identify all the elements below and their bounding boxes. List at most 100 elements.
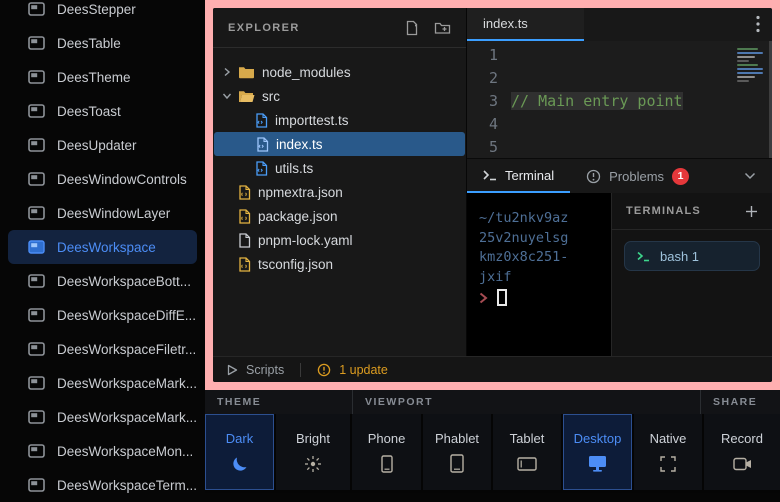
terminal-cursor	[497, 289, 507, 306]
section-theme: THEME	[205, 390, 352, 414]
button-label: Phone	[368, 431, 406, 446]
prompt-icon	[479, 292, 488, 304]
update-label: 1 update	[339, 363, 388, 377]
desktop-icon	[588, 455, 607, 472]
workspace-statusbar: Scripts 1 update	[213, 356, 772, 382]
sidebar-item-label: DeesWorkspaceFiletr...	[57, 342, 196, 357]
json-file-icon	[238, 257, 251, 272]
tree-item-utils-ts[interactable]: utils.ts	[213, 156, 466, 180]
viewport-phablet-button[interactable]: Phablet	[423, 414, 491, 490]
terminal-session-bash1[interactable]: bash 1	[624, 241, 760, 271]
sidebar-item-deestheme[interactable]: DeesTheme	[8, 60, 197, 94]
plus-icon[interactable]	[745, 205, 758, 218]
sidebar-item-label: DeesWorkspaceMon...	[57, 444, 193, 459]
code-editor[interactable]: 1 2 3 4 5 // Main entry point import { g…	[467, 41, 772, 158]
tree-item-package-json[interactable]: package.json	[213, 204, 466, 228]
sidebar-item-deesworkspacemark2[interactable]: DeesWorkspaceMark...	[8, 400, 197, 434]
tree-item-label: tsconfig.json	[258, 257, 333, 272]
share-record-button[interactable]: Record	[704, 414, 780, 490]
tree-item-node-modules[interactable]: node_modules	[213, 60, 466, 84]
sidebar-item-deesworkspacediffe[interactable]: DeesWorkspaceDiffE...	[8, 298, 197, 332]
component-icon	[28, 274, 45, 288]
viewport-tablet-button[interactable]: Tablet	[493, 414, 561, 490]
explorer-title: EXPLORER	[228, 22, 300, 34]
viewport-phone-button[interactable]: Phone	[352, 414, 421, 490]
sidebar-item-deeswindowlayer[interactable]: DeesWindowLayer	[8, 196, 197, 230]
sidebar-item-label: DeesWorkspaceBott...	[57, 274, 191, 289]
editor-scrollbar[interactable]	[769, 41, 772, 158]
terminal-output[interactable]: ~/tu2nkv9az 25v2nuyelsg kmz0x8c251- jxif	[467, 193, 611, 356]
sidebar-item-deesworkspacefiletr[interactable]: DeesWorkspaceFiletr...	[8, 332, 197, 366]
dees-workspace-demo: EXPLORER node_modules src	[213, 8, 772, 382]
terminals-panel: TERMINALS bash 1	[611, 193, 772, 356]
scripts-button[interactable]: Scripts	[227, 363, 284, 377]
tree-item-importtest-ts[interactable]: importtest.ts	[213, 108, 466, 132]
tab-label: Problems	[609, 169, 664, 184]
component-icon	[28, 342, 45, 356]
sidebar-item-label: DeesWorkspaceDiffE...	[57, 308, 196, 323]
component-icon	[28, 2, 45, 16]
sidebar-item-deesworkspacebott[interactable]: DeesWorkspaceBott...	[8, 264, 197, 298]
sidebar-item-label: DeesUpdater	[57, 138, 137, 153]
ts-file-icon	[256, 137, 269, 152]
update-button[interactable]: 1 update	[317, 363, 388, 377]
tree-item-label: npmextra.json	[258, 185, 343, 200]
sidebar-item-label: DeesWorkspaceMark...	[57, 410, 197, 425]
tree-item-label: importtest.ts	[275, 113, 349, 128]
tab-problems[interactable]: Problems 1	[570, 159, 705, 193]
tree-item-src[interactable]: src	[213, 84, 466, 108]
tree-item-label: pnpm-lock.yaml	[258, 233, 353, 248]
sidebar-item-deesworkspacemark1[interactable]: DeesWorkspaceMark...	[8, 366, 197, 400]
new-file-icon[interactable]	[404, 20, 420, 36]
sidebar-item-label: DeesWindowLayer	[57, 206, 170, 221]
tab-index-ts[interactable]: index.ts	[467, 8, 584, 41]
statusbar-divider	[300, 363, 301, 377]
component-icon	[28, 444, 45, 458]
tree-item-tsconfig-json[interactable]: tsconfig.json	[213, 252, 466, 276]
panel-collapse[interactable]	[728, 159, 772, 193]
minimap[interactable]	[737, 46, 767, 84]
component-icon	[28, 376, 45, 390]
viewport-desktop-button[interactable]: Desktop	[563, 414, 632, 490]
sidebar-item-label: DeesTable	[57, 36, 121, 51]
sidebar-item-label: DeesWorkspaceMark...	[57, 376, 197, 391]
sidebar-item-deesworkspace[interactable]: DeesWorkspace	[8, 230, 197, 264]
chevron-right-icon	[223, 67, 231, 77]
button-label: Record	[721, 431, 763, 446]
file-icon	[238, 233, 251, 248]
tab-label: index.ts	[483, 16, 528, 31]
component-icon	[28, 36, 45, 50]
sidebar-item-deesworkspaceterm[interactable]: DeesWorkspaceTerm...	[8, 468, 197, 502]
tree-item-npmextra-json[interactable]: npmextra.json	[213, 180, 466, 204]
json-file-icon	[238, 209, 251, 224]
theme-dark-button[interactable]: Dark	[205, 414, 274, 490]
tree-item-index-ts[interactable]: index.ts	[214, 132, 465, 156]
new-folder-icon[interactable]	[434, 20, 451, 36]
component-icon	[28, 138, 45, 152]
sidebar-item-deesupdater[interactable]: DeesUpdater	[8, 128, 197, 162]
demo-frame: EXPLORER node_modules src	[205, 0, 780, 390]
scripts-label: Scripts	[246, 363, 284, 377]
button-label: Desktop	[574, 431, 622, 446]
more-options-icon[interactable]	[756, 15, 760, 33]
sidebar-item-deeswindowcontrols[interactable]: DeesWindowControls	[8, 162, 197, 196]
tree-item-label: index.ts	[276, 137, 323, 152]
tree-item-pnpm-lock-yaml[interactable]: pnpm-lock.yaml	[213, 228, 466, 252]
tree-item-label: src	[262, 89, 280, 104]
sidebar-item-deestable[interactable]: DeesTable	[8, 26, 197, 60]
button-label: Native	[650, 431, 687, 446]
viewport-native-button[interactable]: Native	[634, 414, 702, 490]
terminal-prompt-icon	[637, 251, 650, 262]
sidebar-item-label: DeesWindowControls	[57, 172, 187, 187]
theme-bright-button[interactable]: Bright	[276, 414, 350, 490]
tab-label: Terminal	[505, 168, 554, 183]
sidebar-item-deesworkspacemon[interactable]: DeesWorkspaceMon...	[8, 434, 197, 468]
component-icon	[28, 70, 45, 84]
sidebar-item-deesstepper[interactable]: DeesStepper	[8, 0, 197, 26]
folder-open-icon	[238, 89, 255, 103]
tab-terminal[interactable]: Terminal	[467, 159, 570, 193]
button-label: Tablet	[510, 431, 545, 446]
native-icon	[660, 456, 676, 472]
sidebar-item-deestoast[interactable]: DeesToast	[8, 94, 197, 128]
tablet-icon	[517, 457, 537, 471]
